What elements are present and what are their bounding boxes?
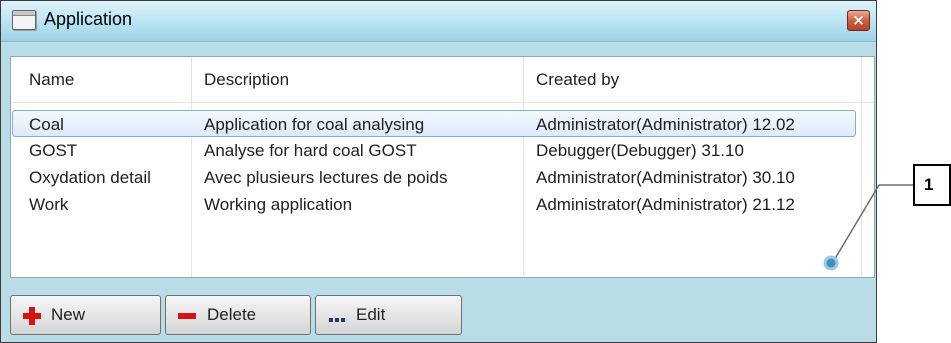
callout-dot	[823, 255, 839, 271]
callout-leader	[823, 184, 913, 271]
callout-number: 1	[913, 164, 951, 206]
callout-line	[832, 184, 913, 263]
